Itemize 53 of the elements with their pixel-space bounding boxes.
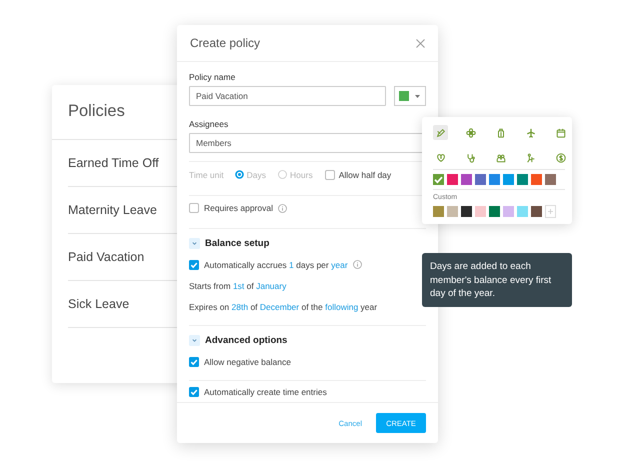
link[interactable]: 1 (289, 260, 294, 270)
checked-checkbox[interactable] (189, 260, 199, 270)
people-icon (496, 152, 506, 162)
plane-icon (526, 128, 536, 138)
color-swatch[interactable] (433, 206, 444, 217)
link[interactable]: following (325, 302, 358, 312)
color-swatch[interactable] (461, 206, 472, 217)
link[interactable]: year (331, 260, 348, 270)
link[interactable]: 28th (232, 302, 248, 312)
icon-option[interactable] (433, 125, 448, 140)
color-swatch[interactable] (475, 174, 486, 185)
color-swatch[interactable] (475, 206, 486, 217)
suitcase-icon (496, 128, 506, 138)
calendar-icon (556, 128, 566, 138)
checked-checkbox[interactable] (189, 356, 199, 367)
add-icon[interactable] (545, 205, 556, 218)
link[interactable]: December (260, 302, 300, 312)
color-swatch[interactable] (503, 206, 514, 217)
color-swatch[interactable] (503, 174, 514, 185)
checkbox-label: Automatically create time entries (204, 386, 327, 397)
color-swatch[interactable] (489, 206, 500, 217)
info-icon[interactable] (278, 204, 287, 213)
link[interactable]: January (256, 280, 286, 291)
link[interactable]: 1st (232, 280, 244, 291)
close-icon[interactable] (416, 38, 425, 48)
input-field[interactable]: Paid Vacation (189, 86, 386, 106)
caret-icon (415, 94, 420, 98)
color-swatch[interactable] (545, 174, 556, 185)
color-swatch[interactable] (517, 206, 528, 217)
color-swatch[interactable] (517, 174, 528, 185)
chevron-icon[interactable] (189, 238, 200, 249)
flower-icon (466, 128, 476, 138)
dialog-title: Create policy (190, 36, 260, 50)
chevron-icon[interactable] (189, 334, 200, 346)
color-swatch[interactable] (433, 174, 444, 185)
checked-checkbox[interactable] (189, 386, 199, 397)
color-dropdown[interactable] (394, 86, 426, 106)
stethoscope-icon (466, 152, 476, 162)
color-swatch[interactable] (531, 174, 542, 185)
dollar-icon (556, 152, 566, 162)
checkbox[interactable] (189, 203, 199, 214)
color-swatch[interactable] (447, 206, 458, 217)
checkbox-label: Allow negative balance (204, 356, 291, 367)
color-swatch[interactable] (489, 174, 500, 185)
color-swatch[interactable] (531, 206, 542, 217)
checkbox-label: Allow half day (338, 170, 392, 180)
tooltip: Days are added to each member's balance every first day of the year. (422, 253, 572, 307)
info-icon[interactable] (352, 260, 362, 270)
field-label: Policy name (189, 72, 236, 82)
pen-icon (436, 128, 446, 138)
color-swatch[interactable] (461, 174, 472, 185)
section-title[interactable]: Advanced options (205, 334, 288, 346)
color-swatch[interactable] (447, 174, 458, 185)
